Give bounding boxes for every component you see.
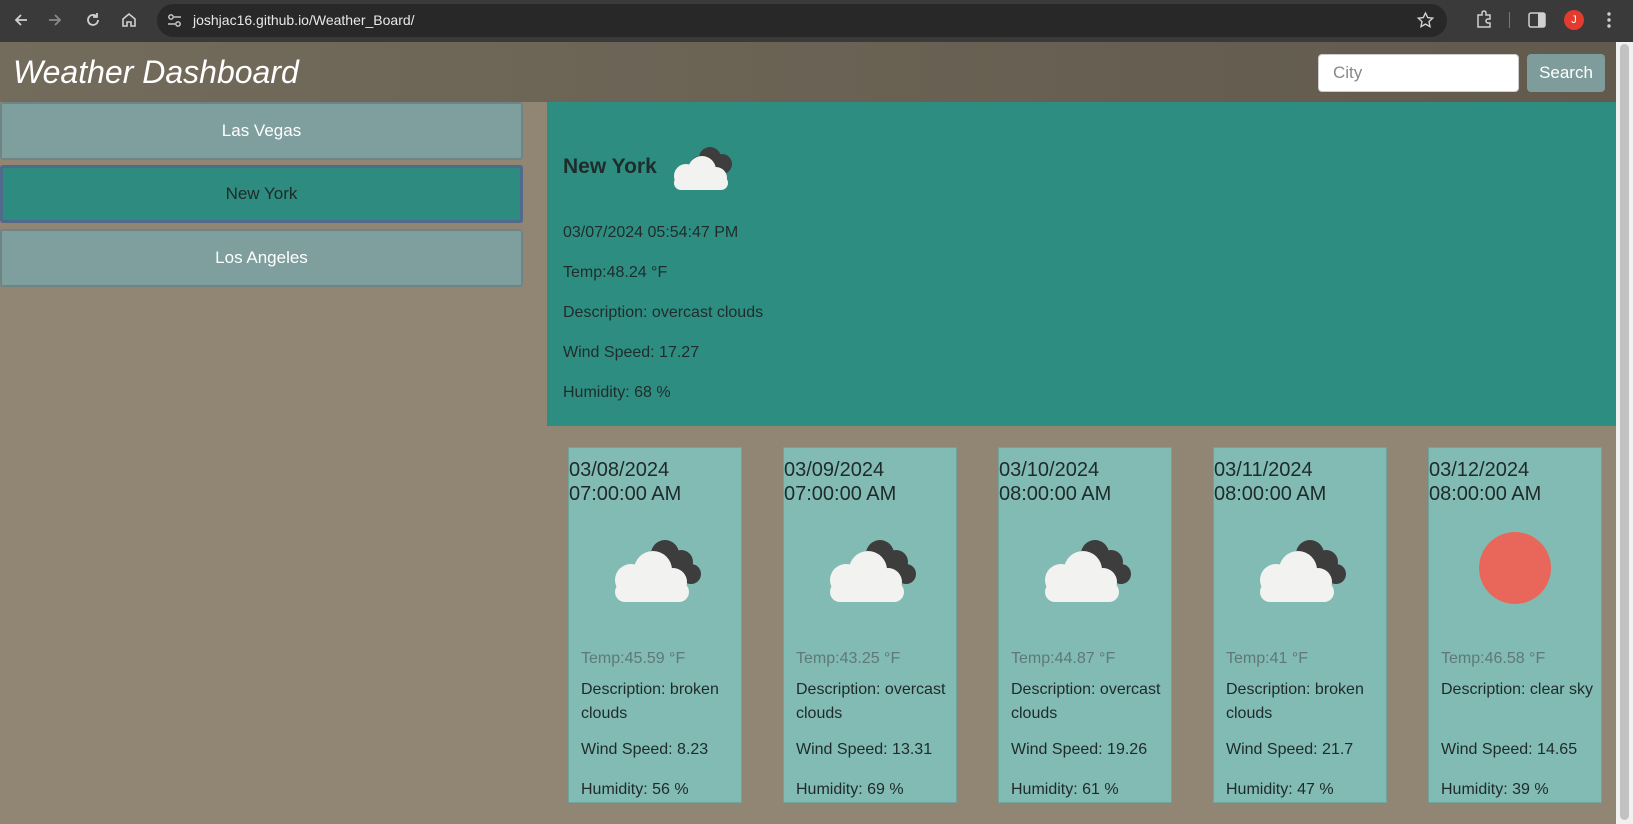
current-temp: Temp:48.24 °F — [563, 264, 668, 281]
forecast-temp: Temp:46.58 °F — [1441, 650, 1546, 667]
forecast-temp: Temp:45.59 °F — [581, 650, 686, 667]
current-city-name: New York — [563, 155, 657, 178]
forecast-humidity: Humidity: 69 % — [796, 781, 904, 798]
history-item-new-york[interactable]: New York — [0, 165, 523, 223]
forecast-card: 03/09/2024 07:00:00 AM Temp:43.25 °F Desc… — [783, 447, 957, 803]
forecast-wind: Wind Speed: 21.7 — [1226, 741, 1354, 758]
forecast-wind: Wind Speed: 19.26 — [1011, 741, 1148, 758]
broken-clouds-icon — [1260, 540, 1346, 602]
home-icon[interactable] — [116, 7, 142, 33]
forecast-temp: Temp:44.87 °F — [1011, 650, 1116, 667]
forecast-date: 03/08/2024 07:00:00 AM — [569, 459, 682, 505]
forward-icon[interactable] — [42, 7, 68, 33]
toolbar-divider — [1509, 12, 1510, 28]
more-menu-icon[interactable] — [1598, 9, 1620, 31]
forecast-card: 03/12/2024 08:00:00 AM Temp:46.58 °F Desc… — [1428, 447, 1602, 803]
history-item-las-vegas[interactable]: Las Vegas — [0, 102, 523, 160]
forecast-humidity: Humidity: 56 % — [581, 781, 689, 798]
url-text[interactable]: joshjac16.github.io/Weather_Board/ — [193, 12, 415, 28]
overcast-clouds-icon — [1045, 540, 1131, 602]
bookmark-star-icon[interactable] — [1416, 11, 1435, 30]
forecast-description: Description: overcast clouds — [796, 681, 946, 722]
site-settings-icon[interactable] — [165, 11, 184, 30]
current-weather-panel: New York 03/07/2024 05:54:47 PM Temp:48.… — [547, 102, 1616, 426]
broken-clouds-icon — [615, 540, 701, 602]
current-humidity: Humidity: 68 % — [563, 384, 671, 401]
overcast-clouds-icon — [674, 147, 732, 190]
forecast-humidity: Humidity: 47 % — [1226, 781, 1334, 798]
forecast-card: 03/08/2024 07:00:00 AM Temp:45.59 °F Desc… — [568, 447, 742, 803]
forecast-wind: Wind Speed: 14.65 — [1441, 741, 1578, 758]
overcast-clouds-icon — [830, 540, 916, 602]
page-viewport: Weather Dashboard Search Las Vegas New Y… — [0, 42, 1616, 824]
forecast-temp: Temp:41 °F — [1226, 650, 1308, 667]
scrollbar-thumb[interactable] — [1620, 44, 1629, 820]
forecast-wind: Wind Speed: 8.23 — [581, 741, 709, 758]
forecast-description: Description: overcast clouds — [1011, 681, 1161, 722]
city-search-input[interactable] — [1318, 54, 1519, 92]
address-bar[interactable]: joshjac16.github.io/Weather_Board/ — [157, 4, 1447, 37]
current-wind: Wind Speed: 17.27 — [563, 344, 700, 361]
forecast-description: Description: clear sky — [1441, 681, 1594, 698]
forecast-date: 03/10/2024 08:00:00 AM — [999, 459, 1112, 505]
forecast-card: 03/10/2024 08:00:00 AM Temp:44.87 °F Desc… — [998, 447, 1172, 803]
page-title: Weather Dashboard — [13, 54, 299, 90]
reload-icon[interactable] — [80, 7, 106, 33]
history-item-los-angeles[interactable]: Los Angeles — [0, 229, 523, 287]
back-icon[interactable] — [8, 7, 34, 33]
forecast-wind: Wind Speed: 13.31 — [796, 741, 933, 758]
clear-sky-icon — [1479, 532, 1551, 604]
forecast-description: Description: broken clouds — [581, 681, 719, 722]
side-panel-icon[interactable] — [1526, 9, 1548, 31]
forecast-description: Description: broken clouds — [1226, 681, 1364, 722]
current-datetime: 03/07/2024 05:54:47 PM — [563, 224, 739, 241]
current-description: Description: overcast clouds — [563, 304, 764, 321]
forecast-temp: Temp:43.25 °F — [796, 650, 901, 667]
extensions-icon[interactable] — [1473, 9, 1495, 31]
forecast-humidity: Humidity: 39 % — [1441, 781, 1549, 798]
browser-toolbar: joshjac16.github.io/Weather_Board/ J — [0, 0, 1633, 42]
forecast-date: 03/11/2024 08:00:00 AM — [1214, 459, 1327, 505]
forecast-date: 03/09/2024 07:00:00 AM — [784, 459, 897, 505]
forecast-card: 03/11/2024 08:00:00 AM Temp:41 °F Descrip… — [1213, 447, 1387, 803]
site-header: Weather Dashboard Search — [0, 42, 1616, 102]
forecast-date: 03/12/2024 08:00:00 AM — [1429, 459, 1542, 505]
forecast-humidity: Humidity: 61 % — [1011, 781, 1119, 798]
page-scrollbar[interactable] — [1616, 42, 1633, 824]
search-button[interactable]: Search — [1527, 54, 1605, 92]
profile-avatar[interactable]: J — [1564, 10, 1584, 30]
